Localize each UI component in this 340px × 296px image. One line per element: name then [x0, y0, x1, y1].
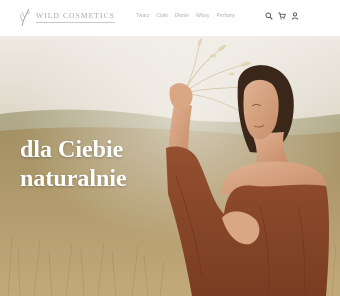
page: WILD COSMETICS Twarz Ciało Dłonie Włosy …	[0, 0, 340, 296]
headline-line-2: naturalnie	[20, 166, 127, 192]
brand-name: WILD COSMETICS	[36, 11, 115, 23]
brand-logo[interactable]: WILD COSMETICS	[18, 6, 115, 28]
nav-item-wlosy[interactable]: Włosy	[196, 13, 210, 20]
search-icon[interactable]	[265, 12, 273, 20]
nav-item-cialo[interactable]: Ciało	[156, 13, 167, 20]
nav-item-perfumy[interactable]: Perfumy	[217, 13, 236, 20]
cart-icon[interactable]	[278, 12, 286, 20]
hero-banner: dla Ciebie naturalnie	[0, 36, 340, 296]
headline-line-1: dla Ciebie	[20, 137, 124, 163]
hero-headline: dla Ciebie naturalnie	[20, 136, 127, 194]
site-header: WILD COSMETICS Twarz Ciało Dłonie Włosy …	[0, 0, 340, 36]
feather-leaf-icon	[20, 8, 31, 27]
nav-item-twarz[interactable]: Twarz	[136, 13, 149, 20]
nav-item-dlonie[interactable]: Dłonie	[175, 13, 189, 20]
user-icon[interactable]	[291, 12, 299, 20]
header-icons	[265, 12, 299, 20]
main-nav: Twarz Ciało Dłonie Włosy Perfumy	[136, 13, 235, 20]
